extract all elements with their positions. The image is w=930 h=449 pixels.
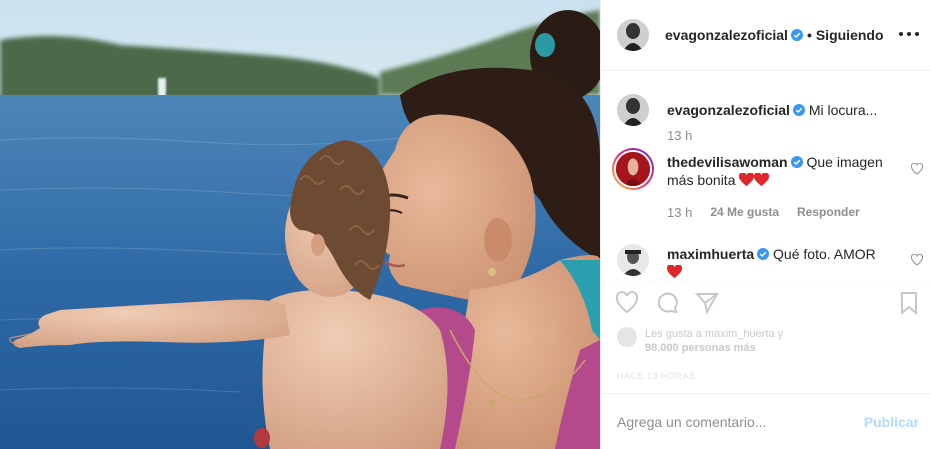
add-comment-bar: Publicar — [601, 393, 930, 449]
likes-line-1: Les gusta a maxim_huerta y — [645, 328, 784, 340]
caption-time: 13 h — [667, 128, 693, 143]
likes-summary[interactable]: Les gusta a maxim_huerta y 98.000 persona… — [617, 327, 783, 355]
post-actions: Les gusta a maxim_huerta y 98.000 persona… — [601, 280, 930, 392]
save-bookmark-icon[interactable] — [897, 291, 921, 315]
comment-text: Qué foto. AMOR — [773, 246, 876, 262]
verified-badge-icon — [790, 29, 803, 41]
liker-avatar — [617, 327, 637, 347]
post-header: evagonzalezoficial • Siguiendo — [601, 0, 930, 71]
commenter-avatar[interactable] — [617, 244, 649, 276]
more-options-icon[interactable] — [899, 24, 919, 44]
likes-line-2: 98.000 personas más — [645, 342, 756, 354]
like-comment-heart-icon[interactable] — [911, 163, 923, 175]
like-heart-icon[interactable] — [615, 291, 639, 315]
verified-badge-icon — [792, 104, 805, 116]
separator-dot: • — [806, 27, 812, 43]
caption-meta: 13 h — [667, 128, 692, 143]
author-avatar[interactable] — [617, 19, 649, 51]
comment-meta: 13 h 24 Me gusta Responder — [667, 205, 860, 220]
post-age: HACE 13 HORAS — [617, 371, 696, 381]
author-username[interactable]: evagonzalezoficial — [665, 27, 788, 43]
following-button[interactable]: Siguiendo — [816, 27, 884, 43]
publish-button[interactable]: Publicar — [864, 414, 919, 430]
comments-list: evagonzalezoficial Mi locura... 13 h the… — [601, 72, 930, 280]
caption-avatar[interactable] — [617, 94, 649, 126]
post-side-panel: evagonzalezoficial • Siguiendo evagonzal… — [600, 0, 930, 449]
post-photo — [0, 0, 600, 449]
comment-username[interactable]: thedevilisawoman — [667, 154, 788, 170]
red-heart-emoji-icon — [754, 173, 770, 187]
comment-likes-count[interactable]: 24 Me gusta — [710, 205, 779, 220]
like-comment-heart-icon[interactable] — [911, 254, 923, 266]
verified-badge-icon — [790, 156, 803, 168]
red-heart-emoji-icon — [739, 173, 755, 187]
share-icon[interactable] — [695, 291, 719, 315]
verified-badge-icon — [757, 248, 770, 260]
caption-username[interactable]: evagonzalezoficial — [667, 102, 790, 118]
reply-button[interactable]: Responder — [797, 205, 860, 220]
caption-text: Mi locura... — [808, 102, 878, 118]
comment-bubble-icon[interactable] — [655, 291, 679, 315]
red-heart-emoji-icon — [667, 265, 682, 279]
commenter-avatar[interactable] — [612, 148, 654, 190]
comment-input[interactable] — [617, 413, 864, 430]
comment-item: maximhuerta Qué foto. AMOR — [617, 244, 917, 280]
caption: evagonzalezoficial Mi locura... — [617, 94, 917, 126]
comment-item: thedevilisawoman Que imagen más bonita — [612, 148, 912, 190]
comment-time: 13 h — [667, 205, 693, 220]
comment-username[interactable]: maximhuerta — [667, 246, 754, 262]
